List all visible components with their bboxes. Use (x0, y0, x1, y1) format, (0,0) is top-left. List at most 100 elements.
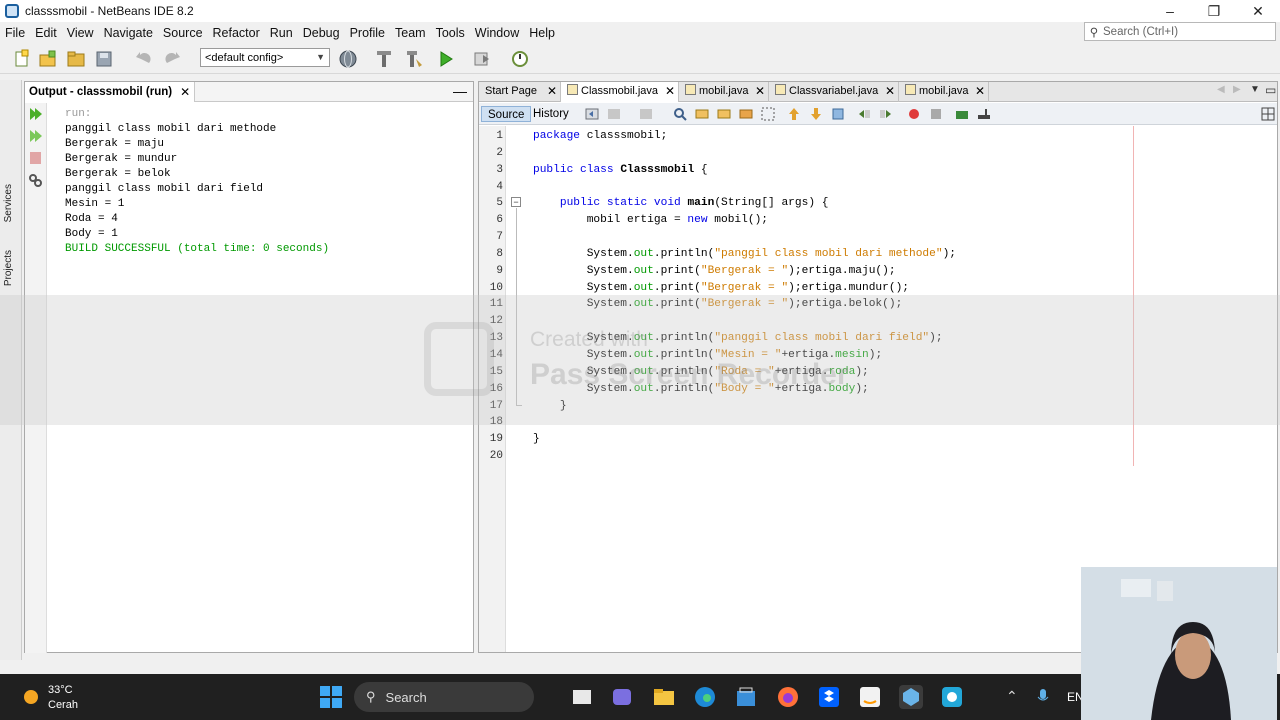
run-icon[interactable] (436, 49, 456, 69)
menu-source[interactable]: Source (158, 26, 208, 40)
history-button[interactable]: History (527, 106, 575, 122)
main-toolbar (0, 44, 1280, 74)
rerun-icon[interactable] (28, 107, 43, 121)
shift-right-icon[interactable] (879, 107, 893, 121)
find-icon[interactable] (673, 107, 687, 121)
menu-run[interactable]: Run (265, 26, 298, 40)
scroll-tabs-left-icon[interactable]: ◀ (1217, 84, 1225, 95)
maximize-button[interactable]: ❐ (1192, 0, 1236, 22)
chevron-up-icon[interactable]: ⌃ (1006, 688, 1018, 705)
menu-tools[interactable]: Tools (431, 26, 470, 40)
last-edit-icon[interactable] (585, 107, 599, 121)
close-tab-icon[interactable]: ✕ (547, 82, 557, 101)
menu-edit[interactable]: Edit (30, 26, 62, 40)
menu-window[interactable]: Window (470, 26, 524, 40)
close-tab-icon[interactable]: ✕ (975, 82, 985, 101)
source-button[interactable]: Source (481, 106, 532, 122)
output-line: Bergerak = belok (65, 168, 171, 180)
maximize-editor-icon[interactable]: ▭ (1265, 83, 1276, 97)
tab-output[interactable]: Output - classsmobil (run) ✕ (25, 82, 196, 102)
new-project-icon[interactable] (38, 49, 58, 69)
toggle-highlight-icon[interactable] (739, 107, 753, 121)
stop-macro-icon[interactable] (929, 107, 943, 121)
undo-icon[interactable] (134, 49, 154, 69)
save-all-icon[interactable] (94, 49, 114, 69)
build-icon[interactable] (374, 49, 394, 69)
amazon-icon[interactable] (858, 685, 882, 709)
forward-icon[interactable] (639, 107, 653, 121)
dropbox-icon[interactable] (817, 685, 841, 709)
tab-start-page[interactable]: Start Page ✕ (479, 82, 561, 102)
globe-icon[interactable] (338, 49, 358, 69)
store-icon[interactable] (734, 685, 758, 709)
line-number: 4 (496, 180, 503, 193)
toggle-bookmark-icon[interactable] (831, 107, 845, 121)
comment-icon[interactable] (955, 107, 969, 121)
line-number: 5 (496, 197, 503, 210)
config-selected-value: <default config> (205, 51, 284, 64)
quick-search-input[interactable]: ⚲ Search (Ctrl+I) (1084, 22, 1276, 41)
java-file-icon (685, 84, 696, 95)
netbeans-taskbar-icon[interactable] (899, 685, 923, 709)
menu-file[interactable]: File (0, 26, 30, 40)
menu-help[interactable]: Help (524, 26, 560, 40)
screen-recorder-icon[interactable] (940, 685, 964, 709)
taskbar-search[interactable]: ⚲ Search (354, 682, 534, 712)
teams-chat-icon[interactable] (610, 685, 634, 709)
profile-icon[interactable] (510, 49, 530, 69)
minimize-output-icon[interactable]: — (453, 82, 467, 100)
output-line: Body = 1 (65, 228, 118, 240)
menu-profile[interactable]: Profile (345, 26, 390, 40)
uncomment-icon[interactable] (977, 107, 991, 121)
menu-refactor[interactable]: Refactor (208, 26, 265, 40)
close-tab-icon[interactable]: ✕ (755, 82, 765, 101)
shift-left-icon[interactable] (857, 107, 871, 121)
line-number: 1 (496, 130, 503, 142)
previous-bookmark-icon[interactable] (787, 107, 801, 121)
start-macro-icon[interactable] (907, 107, 921, 121)
edge-browser-icon[interactable] (693, 685, 717, 709)
clean-build-icon[interactable] (404, 49, 424, 69)
config-select[interactable]: <default config> ▼ (200, 48, 330, 67)
tab-projects[interactable]: Projects (3, 250, 14, 286)
firefox-icon[interactable] (776, 685, 800, 709)
menu-navigate[interactable]: Navigate (99, 26, 158, 40)
back-icon[interactable] (607, 107, 621, 121)
tab-mobil-java[interactable]: mobil.java ✕ (679, 82, 769, 102)
tab-list-icon[interactable]: ▼ (1250, 84, 1260, 95)
rerun-with-params-icon[interactable] (28, 129, 43, 143)
file-explorer-icon[interactable] (652, 685, 676, 709)
redo-icon[interactable] (162, 49, 182, 69)
windows-start-icon[interactable] (319, 685, 343, 709)
fold-toggle-icon[interactable]: − (511, 197, 521, 207)
menu-team[interactable]: Team (390, 26, 431, 40)
find-next-icon[interactable] (717, 107, 731, 121)
find-previous-icon[interactable] (695, 107, 709, 121)
close-window-button[interactable]: ✕ (1236, 0, 1280, 22)
tab-classvariabel-java[interactable]: Classvariabel.java ✕ (769, 82, 899, 102)
tab-mobil-java-2[interactable]: mobil.java ✕ (899, 82, 989, 102)
tab-classmobil-java[interactable]: Classmobil.java ✕ (561, 82, 679, 102)
java-file-icon (905, 84, 916, 95)
microphone-icon[interactable] (1036, 688, 1050, 706)
output-header: Output - classsmobil (run) ✕ — (25, 82, 473, 102)
menu-debug[interactable]: Debug (298, 26, 345, 40)
tab-services[interactable]: Services (3, 184, 14, 222)
scroll-tabs-right-icon[interactable]: ▶ (1233, 84, 1241, 95)
close-output-icon[interactable]: ✕ (180, 82, 190, 102)
debug-icon[interactable] (472, 49, 492, 69)
menu-view[interactable]: View (62, 26, 99, 40)
next-bookmark-icon[interactable] (809, 107, 823, 121)
output-settings-icon[interactable] (28, 173, 43, 187)
toggle-rect-selection-icon[interactable] (761, 107, 775, 121)
line-number: 2 (496, 146, 503, 159)
minimize-button[interactable]: – (1148, 0, 1192, 22)
open-project-icon[interactable] (66, 49, 86, 69)
task-view-icon[interactable] (570, 685, 594, 709)
stop-icon[interactable] (28, 151, 43, 165)
new-file-icon[interactable] (12, 49, 32, 69)
close-tab-icon[interactable]: ✕ (665, 82, 675, 101)
close-tab-icon[interactable]: ✕ (885, 82, 895, 101)
split-editor-icon[interactable] (1261, 107, 1275, 121)
weather-widget[interactable]: 33°C Cerah (48, 683, 78, 713)
